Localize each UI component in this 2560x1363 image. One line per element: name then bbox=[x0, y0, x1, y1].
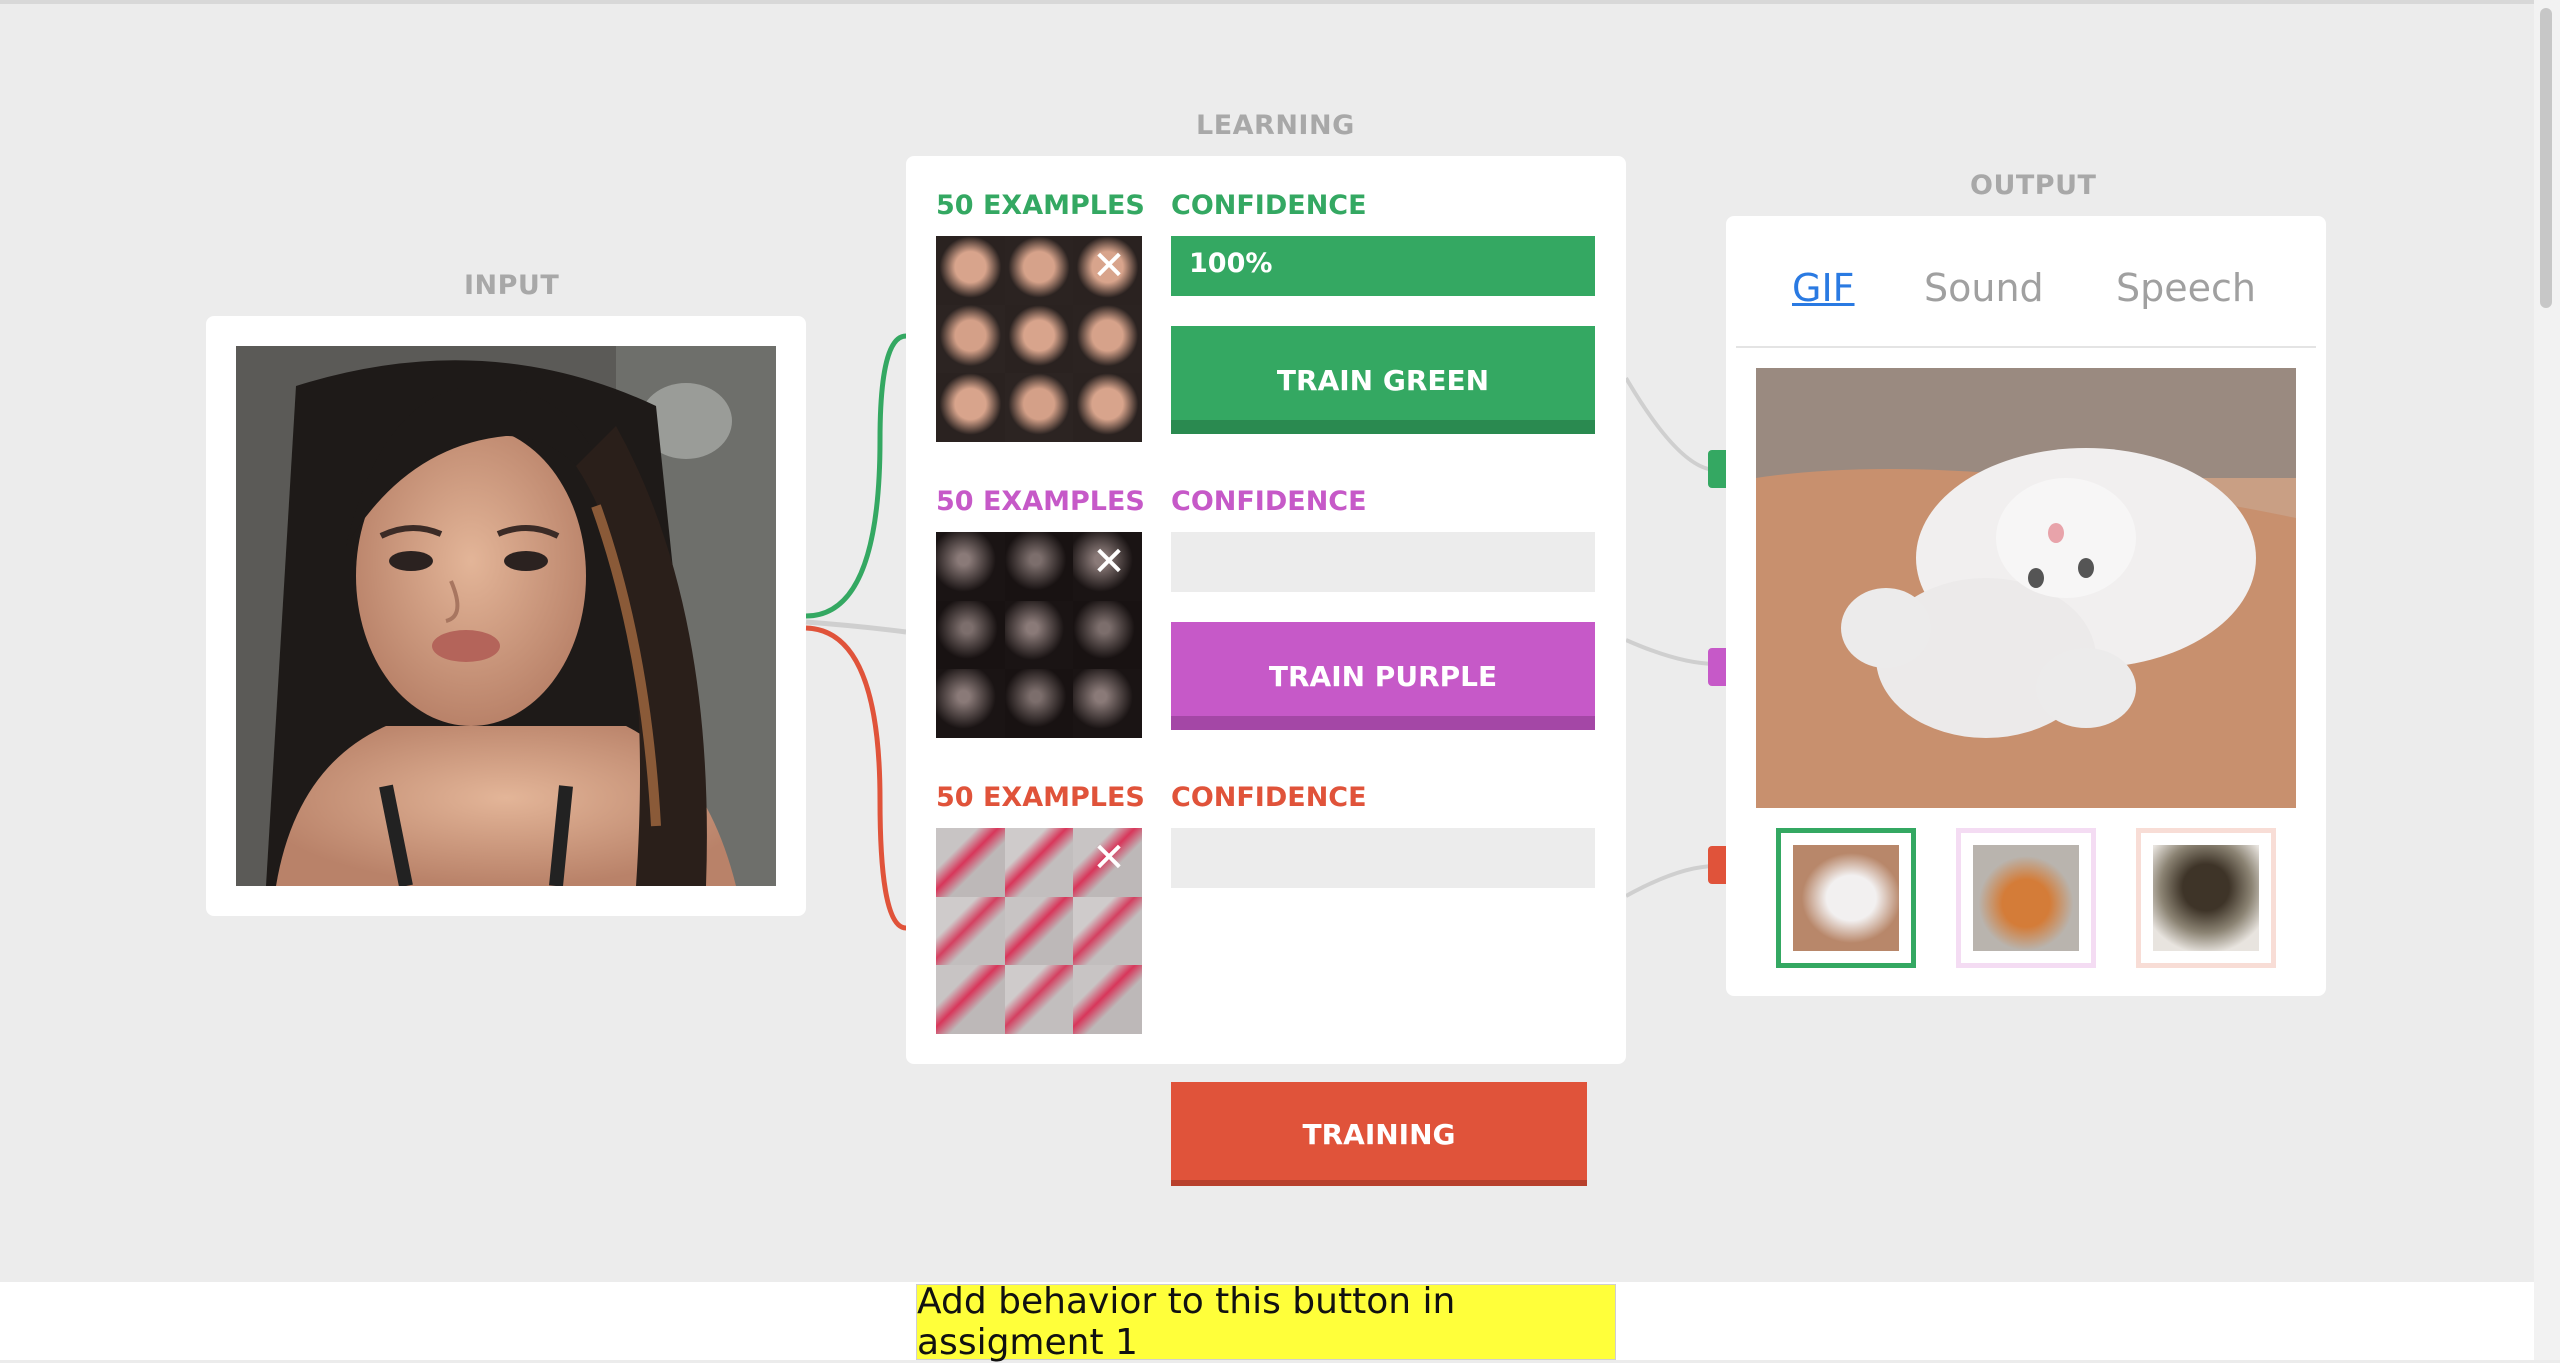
gif-option-orange[interactable] bbox=[2136, 828, 2276, 968]
gif-option-purple[interactable] bbox=[1956, 828, 2096, 968]
close-icon[interactable]: ✕ bbox=[1091, 246, 1127, 286]
gif-preview bbox=[1756, 368, 2296, 808]
examples-count-purple: 50 EXAMPLES bbox=[936, 486, 1145, 517]
confidence-value-green: 100% bbox=[1189, 248, 1273, 279]
assignment-button[interactable]: Add behavior to this button in assigment… bbox=[916, 1281, 1616, 1363]
confidence-label-green: CONFIDENCE bbox=[1171, 190, 1367, 221]
training-button[interactable]: TRAINING bbox=[1171, 1082, 1587, 1186]
confidence-bar-purple bbox=[1171, 532, 1595, 592]
close-icon[interactable]: ✕ bbox=[1091, 838, 1127, 878]
examples-count-orange: 50 EXAMPLES bbox=[936, 782, 1145, 813]
confidence-bar-green: 100% bbox=[1171, 236, 1595, 296]
tab-gif[interactable]: GIF bbox=[1792, 266, 1855, 310]
class-orange: 50 EXAMPLES CONFIDENCE ✕ TRAINING bbox=[906, 748, 1626, 1186]
class-green: 50 EXAMPLES CONFIDENCE ✕ 100% TRAIN GREE… bbox=[906, 156, 1626, 452]
close-icon[interactable]: ✕ bbox=[1091, 542, 1127, 582]
output-label: OUTPUT bbox=[1970, 170, 2097, 201]
learning-card: 50 EXAMPLES CONFIDENCE ✕ 100% TRAIN GREE… bbox=[906, 156, 1626, 1186]
train-purple-button[interactable]: TRAIN PURPLE bbox=[1171, 622, 1595, 730]
output-tabs: GIF Sound Speech bbox=[1726, 266, 2326, 326]
output-card: GIF Sound Speech bbox=[1726, 216, 2326, 996]
green-output-connector bbox=[1708, 450, 1726, 488]
scrollbar-thumb[interactable] bbox=[2540, 8, 2552, 308]
class-purple: 50 EXAMPLES CONFIDENCE ✕ TRAIN PURPLE bbox=[906, 452, 1626, 748]
orange-output-connector bbox=[1708, 846, 1726, 884]
train-purple-label: TRAIN PURPLE bbox=[1268, 659, 1498, 693]
purple-output-connector bbox=[1708, 648, 1726, 686]
tab-sound[interactable]: Sound bbox=[1924, 266, 2044, 310]
train-green-button[interactable]: TRAIN GREEN bbox=[1171, 326, 1595, 434]
train-green-label: TRAIN GREEN bbox=[1276, 363, 1490, 397]
confidence-label-purple: CONFIDENCE bbox=[1171, 486, 1367, 517]
learning-label: LEARNING bbox=[1196, 110, 1355, 141]
examples-count-green: 50 EXAMPLES bbox=[936, 190, 1145, 221]
tab-divider bbox=[1736, 346, 2316, 348]
gif-option-green[interactable] bbox=[1776, 828, 1916, 968]
scrollbar[interactable] bbox=[2534, 0, 2560, 1360]
confidence-bar-orange bbox=[1171, 828, 1595, 888]
tab-speech[interactable]: Speech bbox=[2116, 266, 2256, 310]
training-label: TRAINING bbox=[1302, 1117, 1456, 1151]
confidence-label-orange: CONFIDENCE bbox=[1171, 782, 1367, 813]
